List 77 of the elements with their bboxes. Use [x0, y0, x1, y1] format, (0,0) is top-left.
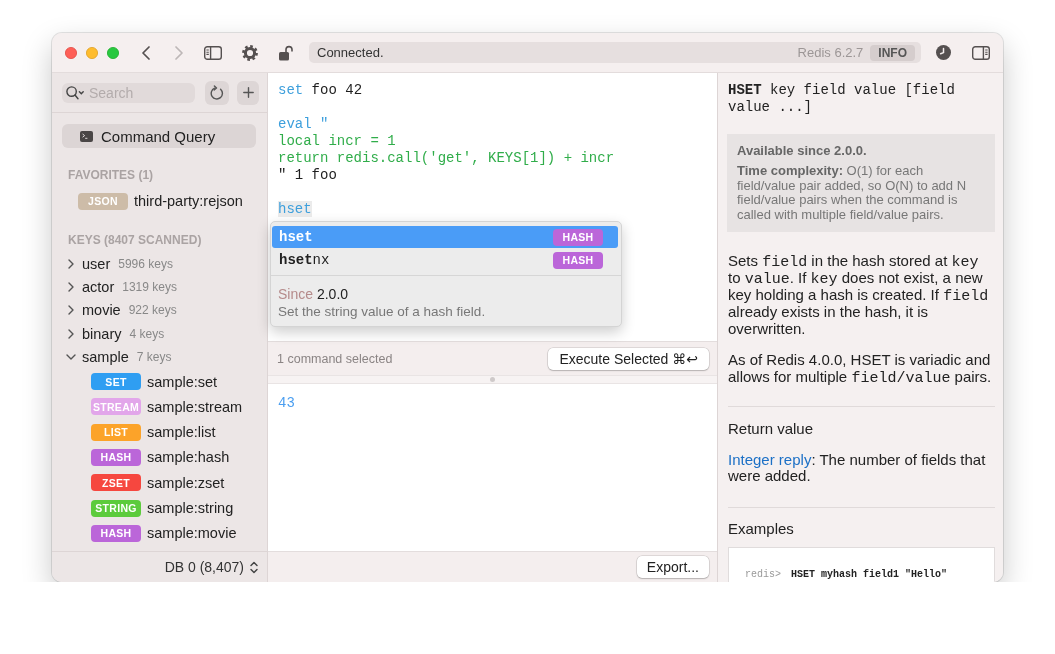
- code-line: return redis.call('get', KEYS[1]) + incr: [278, 150, 615, 167]
- plus-icon: [242, 87, 254, 98]
- key-count: 922 keys: [128, 303, 177, 318]
- key-type-tag: JSON: [78, 192, 128, 210]
- complexity-text: Time complexity: O(1) for each field/value pair added, so O(N) to add N field/value pairs when the command is called with multiple field/value pairs.: [737, 164, 968, 223]
- availability-text: Available since 2.0.0.: [737, 143, 868, 159]
- section-header: FAVORITES (1): [68, 167, 154, 183]
- open-lock-icon[interactable]: [279, 44, 293, 61]
- add-button[interactable]: [237, 80, 259, 105]
- chevron-right-icon[interactable]: [68, 282, 74, 293]
- chevron-right-icon[interactable]: [68, 258, 74, 269]
- server-version: Redis 6.2.7: [797, 45, 864, 60]
- key-name[interactable]: sample:zset: [147, 474, 225, 491]
- sidebar-nav-item[interactable]: Command Query: [62, 124, 256, 148]
- key-count: 4 keys: [129, 326, 165, 341]
- selection-status: 1 command selected: [277, 351, 393, 366]
- key-name[interactable]: sample:movie: [147, 525, 237, 542]
- key-type-tag: LIST: [91, 423, 141, 441]
- execute-selected-button[interactable]: Execute Selected ⌘↩: [548, 347, 709, 370]
- key-type-tag: STREAM: [91, 398, 141, 416]
- integer-reply-link[interactable]: Integer reply: [728, 450, 812, 468]
- code-line: " 1 foo: [278, 167, 337, 184]
- key-count: 7 keys: [136, 350, 172, 365]
- code-line: eval ": [278, 116, 329, 133]
- section-header: KEYS (8407 SCANNED): [68, 232, 202, 248]
- sidebar-icon[interactable]: [204, 45, 222, 60]
- key-count: 5996 keys: [118, 256, 173, 271]
- key-group-name[interactable]: binary: [82, 325, 122, 342]
- settings-icon[interactable]: [242, 44, 258, 61]
- result-line: 43: [278, 395, 295, 412]
- key-name[interactable]: sample:stream: [147, 398, 243, 415]
- command-summary: Set the string value of a hash field.: [278, 303, 486, 320]
- close-icon[interactable]: [65, 46, 77, 59]
- return-description: Integer reply: The number of fields that were added.: [728, 451, 987, 485]
- section-heading: Return value: [728, 419, 815, 437]
- command-type-tag: HASH: [553, 228, 603, 246]
- key-name[interactable]: sample:hash: [147, 449, 230, 466]
- key-type-tag: ZSET: [91, 474, 141, 492]
- key-name[interactable]: sample:set: [147, 373, 218, 390]
- command-type-tag: HASH: [553, 251, 603, 269]
- since-version: Since 2.0.0: [278, 286, 349, 303]
- key-group-name[interactable]: user: [82, 255, 111, 272]
- chevron-right-icon[interactable]: [68, 305, 74, 316]
- right-panel-icon[interactable]: [972, 45, 990, 60]
- split-handle[interactable]: [268, 375, 717, 384]
- key-name[interactable]: sample:string: [147, 500, 234, 517]
- key-type-tag: STRING: [91, 499, 141, 517]
- key-type-tag: HASH: [91, 524, 141, 542]
- chevron-right-icon[interactable]: [68, 328, 74, 339]
- key-name[interactable]: sample:list: [147, 424, 216, 441]
- refresh-icon: [210, 85, 224, 100]
- key-group-name[interactable]: sample: [82, 349, 129, 366]
- key-name[interactable]: third-party:rejson: [134, 193, 243, 209]
- search-icon[interactable]: [66, 85, 84, 100]
- back-icon[interactable]: [142, 45, 150, 60]
- key-type-tag: SET: [91, 373, 141, 391]
- example-line: redis> HSET myhash field1 "Hello": [745, 568, 948, 581]
- code-line: local incr = 1: [278, 133, 396, 150]
- section-heading: Examples: [728, 519, 795, 537]
- command-syntax: HSET key field value [field value ...]: [728, 82, 956, 116]
- key-group-name[interactable]: movie: [82, 302, 121, 319]
- key-type-tag: HASH: [91, 449, 141, 466]
- suggestion-item[interactable]: hsetnx HASH: [272, 249, 618, 271]
- description-text: As of Redis 4.0.0, HSET is variadic and allows for multiple field/value pairs.: [728, 350, 993, 385]
- terminal-icon: [80, 130, 93, 142]
- database-selector[interactable]: DB 0 (8,407): [164, 559, 258, 575]
- export-button[interactable]: Export...: [636, 556, 709, 578]
- chevron-down-icon[interactable]: [66, 354, 76, 361]
- up-down-chevron-icon: [250, 560, 258, 574]
- key-count: 1319 keys: [122, 280, 177, 295]
- key-group-name[interactable]: actor: [82, 279, 115, 296]
- refresh-button[interactable]: [205, 80, 229, 105]
- code-line: set foo 42: [278, 82, 363, 99]
- description-text: Sets field in the hash stored at key to value. If key does not exist, a new key holding a hash is created. If field already exists in the hash, it is overwritten.: [728, 251, 990, 337]
- info-button[interactable]: INFO: [870, 44, 915, 61]
- clock-icon[interactable]: [936, 45, 951, 60]
- status-text: Connected.: [317, 45, 385, 60]
